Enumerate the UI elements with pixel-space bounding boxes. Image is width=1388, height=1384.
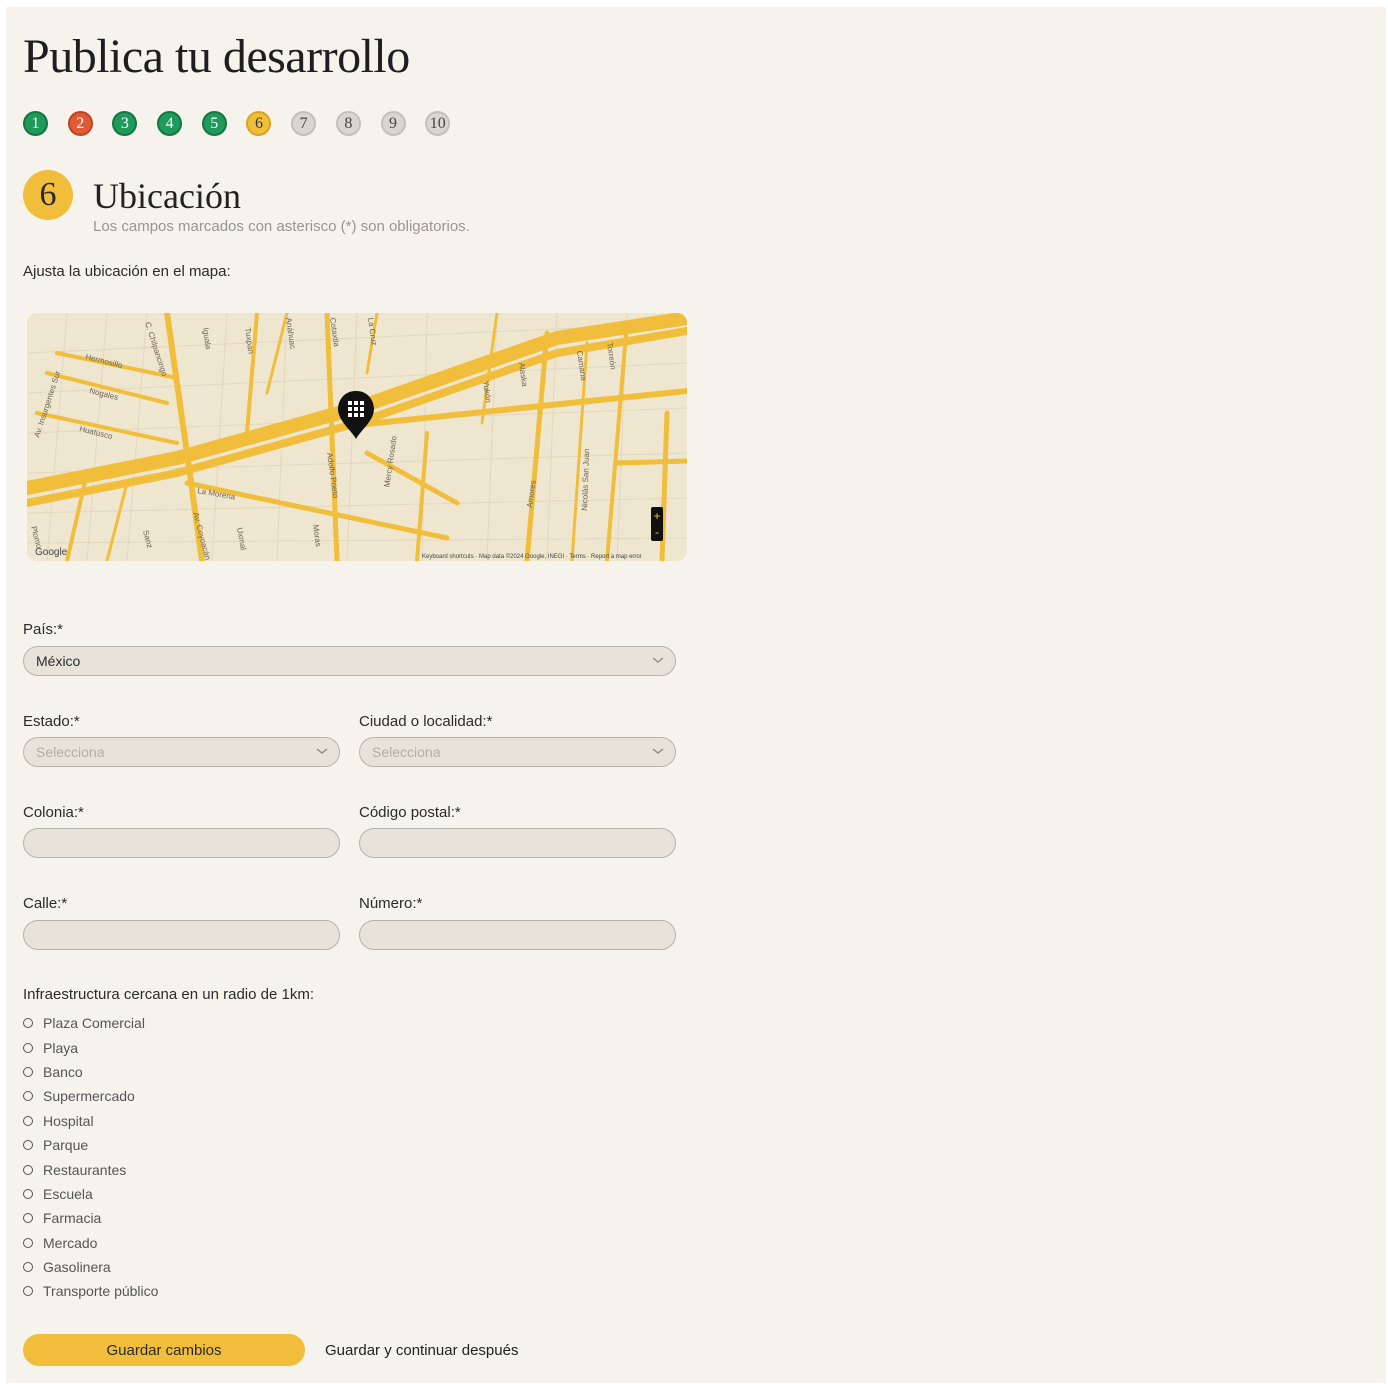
infra-option[interactable]: Transporte público bbox=[23, 1279, 158, 1303]
estado-label: Estado:* bbox=[23, 713, 80, 730]
ciudad-placeholder: Selecciona bbox=[372, 744, 441, 760]
radio-button[interactable] bbox=[23, 1188, 33, 1199]
chevron-down-icon bbox=[652, 657, 664, 663]
infra-option[interactable]: Escuela bbox=[23, 1182, 158, 1206]
infra-option[interactable]: Playa bbox=[23, 1035, 158, 1059]
radio-button[interactable] bbox=[23, 1115, 33, 1126]
page-title: Publica tu desarrollo bbox=[23, 30, 410, 83]
page: Publica tu desarrollo 1 2 3 4 5 6 7 8 9 … bbox=[6, 7, 1386, 1383]
estado-select[interactable]: Selecciona bbox=[23, 737, 340, 767]
radio-button[interactable] bbox=[23, 1213, 33, 1224]
zoom-out-button[interactable]: - bbox=[655, 525, 659, 539]
infra-option-label: Hospital bbox=[43, 1112, 94, 1129]
numero-label: Número:* bbox=[359, 895, 423, 912]
radio-button[interactable] bbox=[23, 1018, 33, 1029]
step-5[interactable]: 5 bbox=[201, 111, 227, 136]
infra-option[interactable]: Parque bbox=[23, 1133, 158, 1157]
radio-button[interactable] bbox=[23, 1042, 33, 1053]
map-label: Ajusta la ubicación en el mapa: bbox=[23, 263, 231, 280]
calle-label: Calle:* bbox=[23, 895, 68, 912]
location-map[interactable]: + - Hermosillo Nogales Huatusco Av. Insu… bbox=[27, 313, 687, 561]
infra-option-label: Parque bbox=[43, 1137, 89, 1154]
step-8[interactable]: 8 bbox=[335, 111, 361, 136]
cp-label: Código postal:* bbox=[359, 804, 461, 821]
radio-button[interactable] bbox=[23, 1237, 33, 1248]
radio-button[interactable] bbox=[23, 1164, 33, 1175]
radio-button[interactable] bbox=[23, 1262, 33, 1273]
colonia-label: Colonia:* bbox=[23, 804, 84, 821]
save-and-continue-later-link[interactable]: Guardar y continuar después bbox=[325, 1342, 518, 1359]
required-fields-note: Los campos marcados con asterisco (*) so… bbox=[93, 218, 470, 235]
radio-button[interactable] bbox=[23, 1091, 33, 1102]
radio-button[interactable] bbox=[23, 1140, 33, 1151]
infra-option-label: Restaurantes bbox=[43, 1161, 127, 1178]
step-9[interactable]: 9 bbox=[380, 111, 406, 136]
section-title: Ubicación bbox=[93, 176, 241, 216]
infra-option[interactable]: Hospital bbox=[23, 1109, 158, 1133]
infra-option-label: Gasolinera bbox=[43, 1259, 111, 1276]
infra-option[interactable]: Mercado bbox=[23, 1231, 158, 1255]
step-10[interactable]: 10 bbox=[425, 111, 451, 136]
step-1[interactable]: 1 bbox=[23, 111, 48, 136]
radio-button[interactable] bbox=[23, 1286, 33, 1297]
estado-placeholder: Selecciona bbox=[36, 744, 105, 760]
infra-option[interactable]: Gasolinera bbox=[23, 1255, 158, 1279]
section-number-badge: 6 bbox=[23, 170, 73, 220]
numero-input[interactable] bbox=[359, 920, 676, 950]
ciudad-label: Ciudad o localidad:* bbox=[359, 713, 493, 730]
colonia-input[interactable] bbox=[23, 828, 340, 858]
infra-label: Infraestructura cercana en un radio de 1… bbox=[23, 986, 314, 1003]
infra-option-label: Banco bbox=[43, 1063, 83, 1080]
step-indicator: 1 2 3 4 5 6 7 8 9 10 bbox=[23, 111, 470, 136]
radio-button[interactable] bbox=[23, 1066, 33, 1077]
infra-option[interactable]: Supermercado bbox=[23, 1084, 158, 1108]
codigo-postal-input[interactable] bbox=[359, 828, 676, 858]
pais-label: País:* bbox=[23, 621, 64, 638]
pais-value: México bbox=[36, 653, 81, 669]
step-7[interactable]: 7 bbox=[291, 111, 317, 136]
infra-option-label: Plaza Comercial bbox=[43, 1015, 145, 1032]
infra-option-label: Playa bbox=[43, 1039, 79, 1056]
infra-option[interactable]: Restaurantes bbox=[23, 1157, 158, 1181]
infra-option[interactable]: Banco bbox=[23, 1060, 158, 1084]
chevron-down-icon bbox=[652, 748, 664, 754]
calle-input[interactable] bbox=[23, 920, 340, 950]
chevron-down-icon bbox=[316, 748, 328, 754]
infra-option-label: Mercado bbox=[43, 1234, 98, 1251]
infra-option-label: Farmacia bbox=[43, 1210, 102, 1227]
infra-option-label: Transporte público bbox=[43, 1283, 159, 1300]
step-6[interactable]: 6 bbox=[246, 111, 272, 136]
infra-option[interactable]: Farmacia bbox=[23, 1206, 158, 1230]
step-3[interactable]: 3 bbox=[112, 111, 138, 136]
step-4[interactable]: 4 bbox=[157, 111, 183, 136]
map-canvas[interactable]: + - Hermosillo Nogales Huatusco Av. Insu… bbox=[27, 313, 687, 561]
infra-options: Plaza Comercial Playa Banco Supermercado… bbox=[23, 1011, 158, 1304]
infra-option[interactable]: Plaza Comercial bbox=[23, 1011, 158, 1035]
map-attribution[interactable]: Keyboard shortcuts · Map data ©2024 Goog… bbox=[422, 553, 642, 560]
zoom-in-button[interactable]: + bbox=[653, 509, 660, 523]
step-2[interactable]: 2 bbox=[67, 111, 93, 136]
infra-option-label: Escuela bbox=[43, 1185, 93, 1202]
save-changes-button[interactable]: Guardar cambios bbox=[23, 1334, 305, 1366]
pais-select[interactable]: México bbox=[23, 646, 676, 676]
map-zoom-control[interactable]: + - bbox=[651, 507, 663, 541]
map-google-logo: Google bbox=[35, 547, 68, 558]
infra-option-label: Supermercado bbox=[43, 1088, 135, 1105]
ciudad-select[interactable]: Selecciona bbox=[359, 737, 676, 767]
